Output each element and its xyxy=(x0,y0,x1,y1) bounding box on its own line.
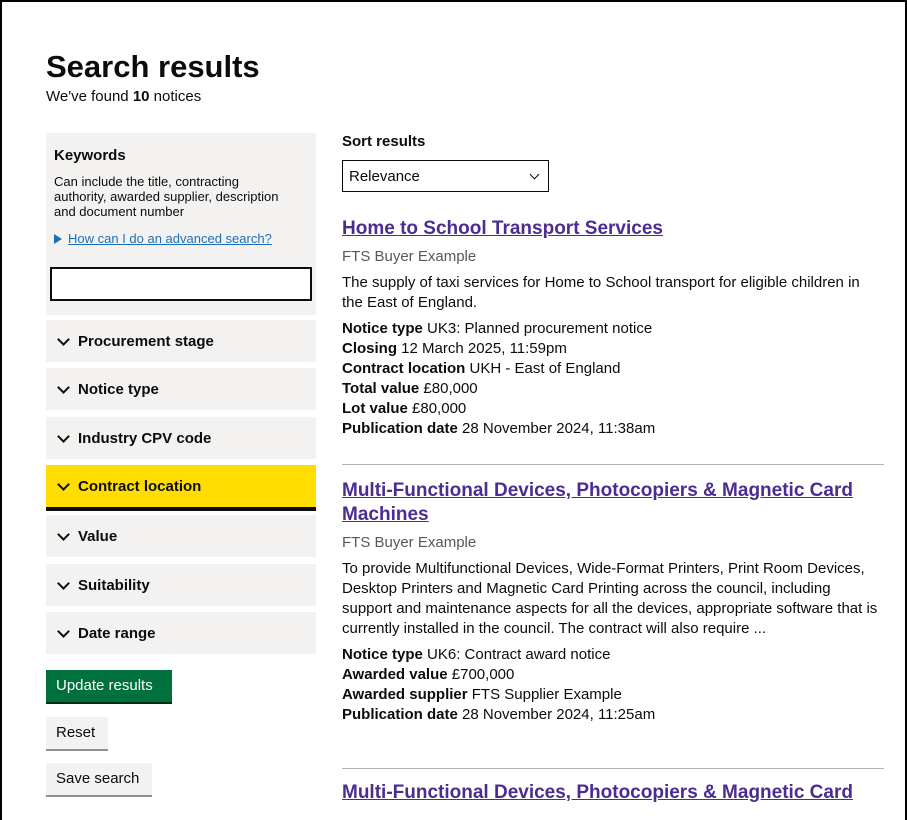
chevron-down-icon xyxy=(57,576,70,590)
result-title-link[interactable]: Multi-Functional Devices, Photocopiers &… xyxy=(342,479,882,527)
sort-select[interactable]: Relevance xyxy=(342,160,549,192)
update-results-button[interactable]: Update results xyxy=(46,670,172,702)
advanced-search-details[interactable]: How can I do an advanced search? xyxy=(54,231,308,246)
chevron-down-icon xyxy=(529,169,540,179)
result-divider xyxy=(342,768,884,769)
chevron-down-icon xyxy=(57,527,70,541)
chevron-down-icon xyxy=(57,380,70,394)
results-count: We've found 10 notices xyxy=(46,88,202,105)
meta-row: Lot value £80,000 xyxy=(342,400,467,417)
meta-row: Notice type UK6: Contract award notice xyxy=(342,646,611,663)
reset-button[interactable]: Reset xyxy=(46,717,108,749)
filter-procurement-stage[interactable]: Procurement stage xyxy=(46,320,316,362)
result-organisation: FTS Buyer Example xyxy=(342,248,477,265)
advanced-search-link[interactable]: How can I do an advanced search? xyxy=(68,231,272,246)
caret-right-icon xyxy=(54,233,62,244)
sort-label: Sort results xyxy=(342,133,426,150)
result-divider xyxy=(342,464,884,465)
result-item: Home to School Transport Services FTS Bu… xyxy=(342,217,882,439)
save-search-button[interactable]: Save search xyxy=(46,763,152,795)
result-title-link[interactable]: Home to School Transport Services xyxy=(342,217,882,241)
filter-contract-location[interactable]: Contract location xyxy=(46,465,316,511)
results-count-number: 10 xyxy=(132,88,150,105)
meta-row: Awarded supplier FTS Supplier Example xyxy=(342,686,622,703)
meta-row: Total value £80,000 xyxy=(342,380,478,397)
result-description: The supply of taxi services for Home to … xyxy=(342,274,860,311)
filter-value[interactable]: Value xyxy=(46,515,316,557)
result-title-link[interactable]: Multi-Functional Devices, Photocopiers &… xyxy=(342,781,882,805)
filter-notice-type[interactable]: Notice type xyxy=(46,368,316,410)
meta-row: Publication date 28 November 2024, 11:25… xyxy=(342,706,656,723)
result-meta: Notice type UK3: Planned procurement not… xyxy=(342,319,882,439)
keywords-input[interactable] xyxy=(50,267,312,301)
result-item: Multi-Functional Devices, Photocopiers &… xyxy=(342,781,882,805)
result-item: Multi-Functional Devices, Photocopiers &… xyxy=(342,479,882,725)
chevron-down-icon xyxy=(57,332,70,346)
meta-row: Publication date 28 November 2024, 11:38… xyxy=(342,420,656,437)
chevron-down-icon xyxy=(57,429,70,443)
chevron-down-icon xyxy=(57,624,70,638)
result-meta: Notice type UK6: Contract award notice A… xyxy=(342,645,882,725)
result-organisation: FTS Buyer Example xyxy=(342,534,477,551)
keywords-title: Keywords xyxy=(54,147,126,164)
filter-date-range[interactable]: Date range xyxy=(46,612,316,654)
filter-suitability[interactable]: Suitability xyxy=(46,564,316,606)
filter-industry-cpv-code[interactable]: Industry CPV code xyxy=(46,417,316,459)
result-description: To provide Multifunctional Devices, Wide… xyxy=(342,560,878,637)
meta-row: Contract location UKH - East of England xyxy=(342,360,621,377)
meta-row: Awarded value £700,000 xyxy=(342,666,515,683)
meta-row: Notice type UK3: Planned procurement not… xyxy=(342,320,653,337)
keywords-hint: Can include the title, contracting autho… xyxy=(54,174,279,219)
page-title: Search results xyxy=(46,49,260,84)
chevron-down-icon xyxy=(57,477,70,491)
sort-selected-value: Relevance xyxy=(349,167,420,185)
keywords-panel: Keywords Can include the title, contract… xyxy=(46,133,316,315)
meta-row: Closing 12 March 2025, 11:59pm xyxy=(342,340,567,357)
